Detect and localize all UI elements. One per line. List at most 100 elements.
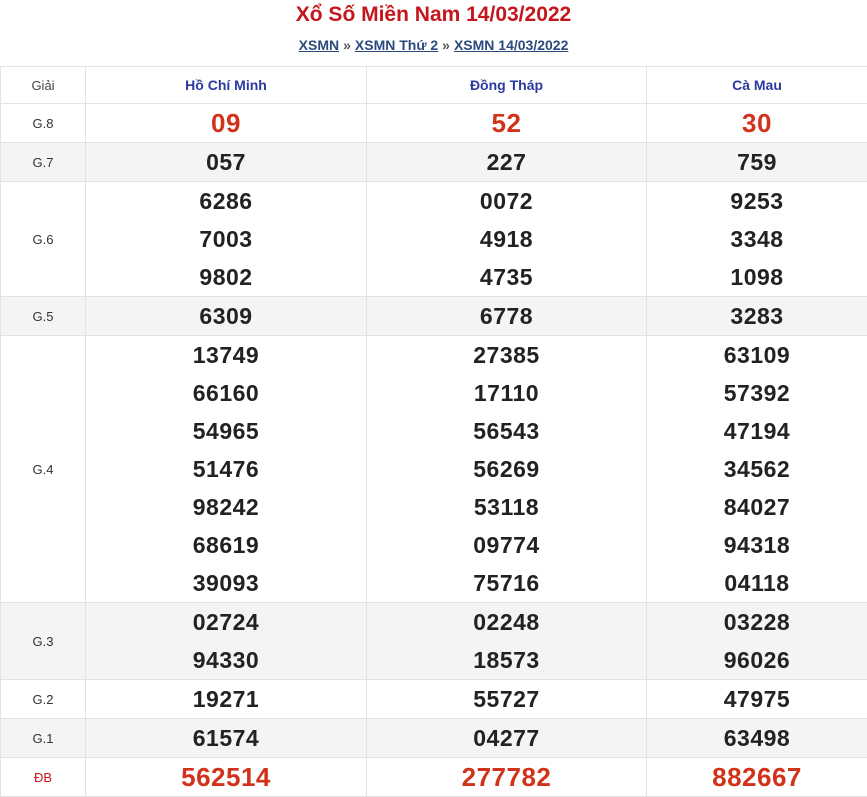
table-row: G.41374966160549655147698242686193909327…: [1, 336, 867, 603]
prize-number: 68619: [86, 526, 366, 564]
prize-cell: 30: [647, 104, 867, 143]
prize-cell: 13749661605496551476982426861939093: [86, 336, 367, 603]
table-header-row: Giải Hồ Chí Minh Đồng Tháp Cà Mau: [1, 67, 867, 104]
prize-number: 1098: [647, 258, 867, 296]
prize-number: 27385: [367, 336, 646, 374]
prize-number: 882667: [647, 758, 867, 796]
prize-cell: 63498: [647, 719, 867, 758]
prize-number: 09: [86, 104, 366, 142]
prize-number: 52: [367, 104, 646, 142]
prize-number: 19271: [86, 680, 366, 718]
prize-number: 75716: [367, 564, 646, 602]
prize-cell: 27385171105654356269531180977475716: [367, 336, 647, 603]
prize-cell: 925333481098: [647, 182, 867, 297]
prize-number: 4918: [367, 220, 646, 258]
prize-label: G.7: [1, 143, 86, 182]
table-row: G.3027249433002248185730322896026: [1, 603, 867, 680]
breadcrumb-separator: »: [442, 37, 450, 53]
prize-number: 6309: [86, 297, 366, 335]
prize-number: 47975: [647, 680, 867, 718]
table-row: G.6628670039802007249184735925333481098: [1, 182, 867, 297]
prize-cell: 52: [367, 104, 647, 143]
prize-cell: 0322896026: [647, 603, 867, 680]
table-row: G.2192715572747975: [1, 680, 867, 719]
prize-cell: 19271: [86, 680, 367, 719]
prize-number: 227: [367, 143, 646, 181]
prize-number: 09774: [367, 526, 646, 564]
prize-cell: 3283: [647, 297, 867, 336]
prize-number: 03228: [647, 603, 867, 641]
breadcrumb-separator: »: [343, 37, 351, 53]
prize-number: 3348: [647, 220, 867, 258]
table-row: G.1615740427763498: [1, 719, 867, 758]
prize-number: 57392: [647, 374, 867, 412]
prize-number: 98242: [86, 488, 366, 526]
results-table: Giải Hồ Chí Minh Đồng Tháp Cà Mau G.8095…: [0, 66, 867, 797]
prize-cell: 63109573924719434562840279431804118: [647, 336, 867, 603]
table-row: G.8095230: [1, 104, 867, 143]
prize-cell: 007249184735: [367, 182, 647, 297]
prize-number: 3283: [647, 297, 867, 335]
prize-number: 9253: [647, 182, 867, 220]
prize-cell: 057: [86, 143, 367, 182]
prize-number: 9802: [86, 258, 366, 296]
breadcrumb-link-xsmn[interactable]: XSMN: [299, 37, 339, 53]
prize-number: 0072: [367, 182, 646, 220]
prize-number: 7003: [86, 220, 366, 258]
prize-number: 56543: [367, 412, 646, 450]
breadcrumb-link-xsmn-thu2[interactable]: XSMN Thứ 2: [355, 37, 438, 53]
prize-number: 759: [647, 143, 867, 181]
column-header-province[interactable]: Đồng Tháp: [367, 67, 647, 104]
prize-number: 277782: [367, 758, 646, 796]
table-row: G.7057227759: [1, 143, 867, 182]
prize-cell: 47975: [647, 680, 867, 719]
prize-number: 562514: [86, 758, 366, 796]
prize-number: 34562: [647, 450, 867, 488]
prize-label: G.6: [1, 182, 86, 297]
prize-number: 55727: [367, 680, 646, 718]
prize-cell: 6778: [367, 297, 647, 336]
prize-number: 30: [647, 104, 867, 142]
prize-number: 47194: [647, 412, 867, 450]
page-title: Xổ Số Miền Nam 14/03/2022: [0, 2, 867, 28]
page-header: Xổ Số Miền Nam 14/03/2022 XSMN»XSMN Thứ …: [0, 0, 867, 66]
prize-number: 18573: [367, 641, 646, 679]
prize-cell: 0272494330: [86, 603, 367, 680]
prize-number: 02248: [367, 603, 646, 641]
prize-number: 56269: [367, 450, 646, 488]
prize-label: G.1: [1, 719, 86, 758]
prize-number: 04118: [647, 564, 867, 602]
prize-cell: 759: [647, 143, 867, 182]
prize-number: 057: [86, 143, 366, 181]
prize-label: G.8: [1, 104, 86, 143]
prize-number: 63109: [647, 336, 867, 374]
prize-number: 53118: [367, 488, 646, 526]
prize-cell: 55727: [367, 680, 647, 719]
prize-number: 96026: [647, 641, 867, 679]
prize-label: G.2: [1, 680, 86, 719]
prize-number: 02724: [86, 603, 366, 641]
breadcrumb-link-xsmn-date[interactable]: XSMN 14/03/2022: [454, 37, 568, 53]
prize-number: 6778: [367, 297, 646, 335]
prize-cell: 0224818573: [367, 603, 647, 680]
prize-label: G.3: [1, 603, 86, 680]
prize-cell: 6309: [86, 297, 367, 336]
column-header-prize: Giải: [1, 67, 86, 104]
prize-number: 51476: [86, 450, 366, 488]
column-header-province[interactable]: Hồ Chí Minh: [86, 67, 367, 104]
prize-cell: 628670039802: [86, 182, 367, 297]
prize-number: 84027: [647, 488, 867, 526]
prize-label: G.4: [1, 336, 86, 603]
table-row: G.5630967783283: [1, 297, 867, 336]
breadcrumb: XSMN»XSMN Thứ 2»XSMN 14/03/2022: [0, 35, 867, 55]
prize-number: 66160: [86, 374, 366, 412]
prize-number: 61574: [86, 719, 366, 757]
prize-number: 39093: [86, 564, 366, 602]
column-header-province[interactable]: Cà Mau: [647, 67, 867, 104]
prize-number: 17110: [367, 374, 646, 412]
prize-cell: 227: [367, 143, 647, 182]
prize-number: 4735: [367, 258, 646, 296]
prize-cell: 04277: [367, 719, 647, 758]
prize-number: 94330: [86, 641, 366, 679]
prize-cell: 61574: [86, 719, 367, 758]
